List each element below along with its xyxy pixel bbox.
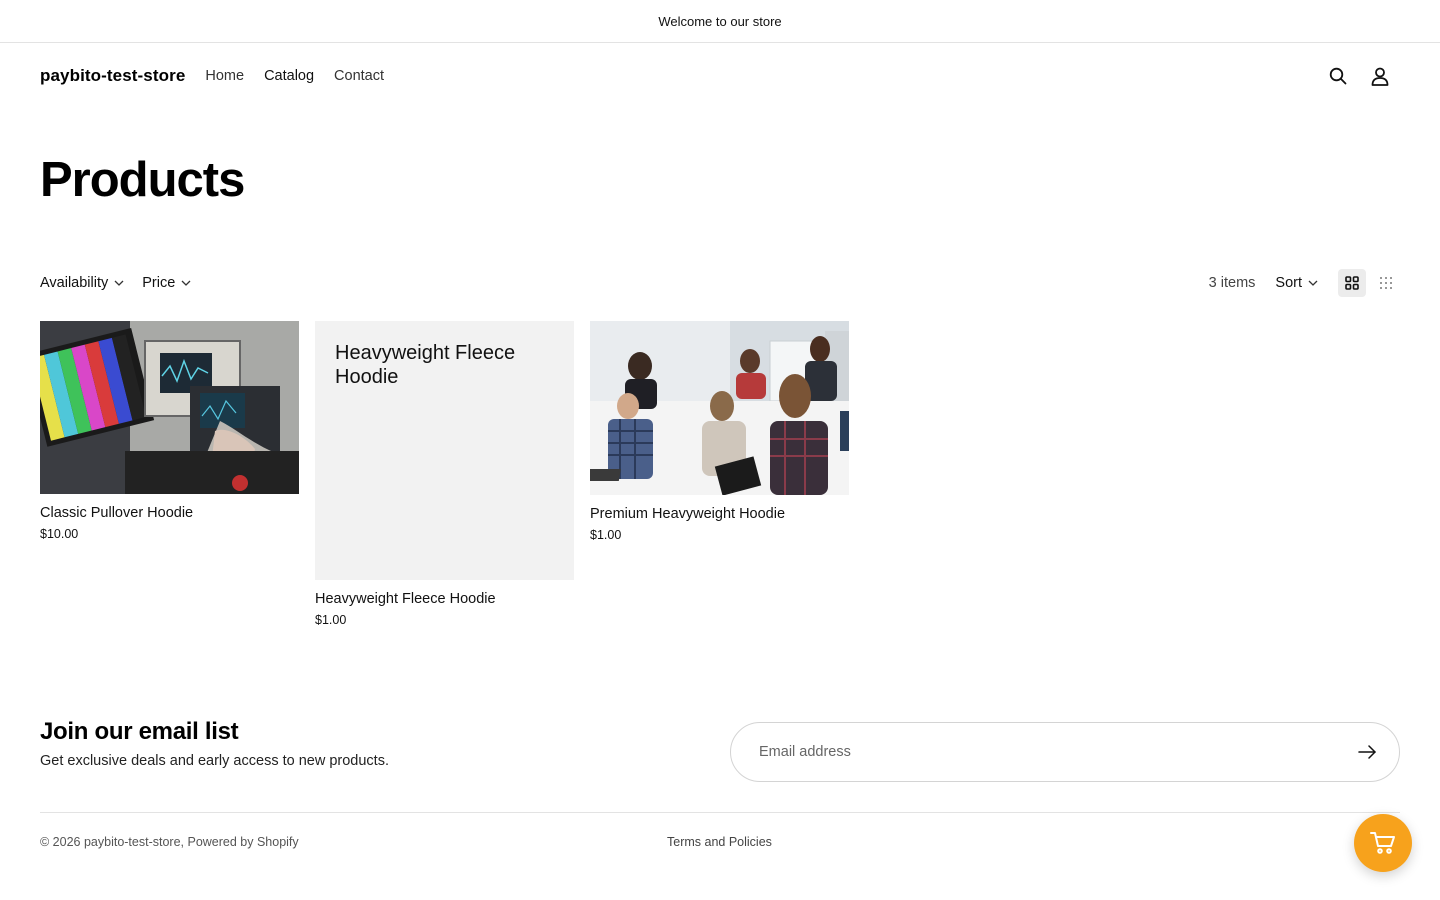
product-image[interactable] — [590, 321, 849, 495]
main-nav: Home Catalog Contact — [205, 68, 404, 84]
store-logo[interactable]: paybito-test-store — [40, 66, 185, 86]
product-title[interactable]: Heavyweight Fleece Hoodie — [315, 591, 574, 607]
product-image-placeholder[interactable]: Heavyweight Fleece Hoodie — [315, 321, 574, 580]
filter-price-label: Price — [142, 275, 176, 291]
search-icon[interactable] — [1328, 66, 1348, 86]
cart-button[interactable] — [1354, 814, 1412, 872]
product-title[interactable]: Premium Heavyweight Hoodie — [590, 506, 849, 522]
sort-dropdown[interactable]: Sort — [1275, 275, 1318, 291]
product-price: $1.00 — [315, 613, 347, 627]
cart-icon — [1370, 832, 1395, 854]
toolbar-right: 3 items Sort — [1209, 269, 1400, 297]
filter-availability[interactable]: Availability — [40, 275, 124, 291]
filter-availability-label: Availability — [40, 275, 109, 291]
header-actions — [1328, 66, 1400, 86]
chevron-down-icon — [1308, 280, 1318, 286]
grid-small-icon[interactable] — [1372, 269, 1400, 297]
footer-policies-link[interactable]: Terms and Policies — [667, 835, 772, 849]
footer-copyright: © 2026 paybito-test-store, Powered by Sh… — [40, 835, 299, 849]
product-card[interactable]: Premium Heavyweight Hoodie $1.00 — [590, 321, 849, 627]
grid-large-icon[interactable] — [1338, 269, 1366, 297]
placeholder-title: Heavyweight Fleece Hoodie — [335, 342, 516, 388]
sort-label: Sort — [1275, 275, 1302, 291]
announcement-text: Welcome to our store — [658, 13, 782, 29]
account-icon[interactable] — [1370, 66, 1390, 86]
collection-toolbar: Availability Price 3 items Sort — [40, 269, 1400, 297]
product-card[interactable]: Heavyweight Fleece Hoodie Heavyweight Fl… — [315, 321, 574, 627]
footer-divider — [40, 812, 1400, 813]
arrow-right-icon[interactable] — [1355, 740, 1379, 764]
chevron-down-icon — [181, 280, 191, 286]
page-title: Products — [40, 153, 245, 207]
email-field[interactable] — [759, 744, 1355, 760]
product-title[interactable]: Classic Pullover Hoodie — [40, 505, 299, 521]
product-grid: Classic Pullover Hoodie $10.00 Heavyweig… — [40, 321, 849, 627]
site-header: paybito-test-store Home Catalog Contact — [40, 43, 1400, 109]
nav-item-home[interactable]: Home — [205, 68, 244, 84]
product-image[interactable] — [40, 321, 299, 494]
announcement-bar: Welcome to our store — [0, 0, 1440, 43]
chevron-down-icon — [114, 280, 124, 286]
nav-item-catalog[interactable]: Catalog — [264, 68, 314, 84]
product-count: 3 items — [1208, 275, 1256, 291]
filter-price[interactable]: Price — [142, 275, 191, 291]
product-price: $10.00 — [40, 527, 79, 541]
nav-item-contact[interactable]: Contact — [334, 68, 384, 84]
product-card[interactable]: Classic Pullover Hoodie $10.00 — [40, 321, 299, 627]
newsletter-section: Join our email list Get exclusive deals … — [40, 718, 1400, 788]
newsletter-form — [730, 722, 1400, 782]
product-price: $1.00 — [590, 528, 622, 542]
